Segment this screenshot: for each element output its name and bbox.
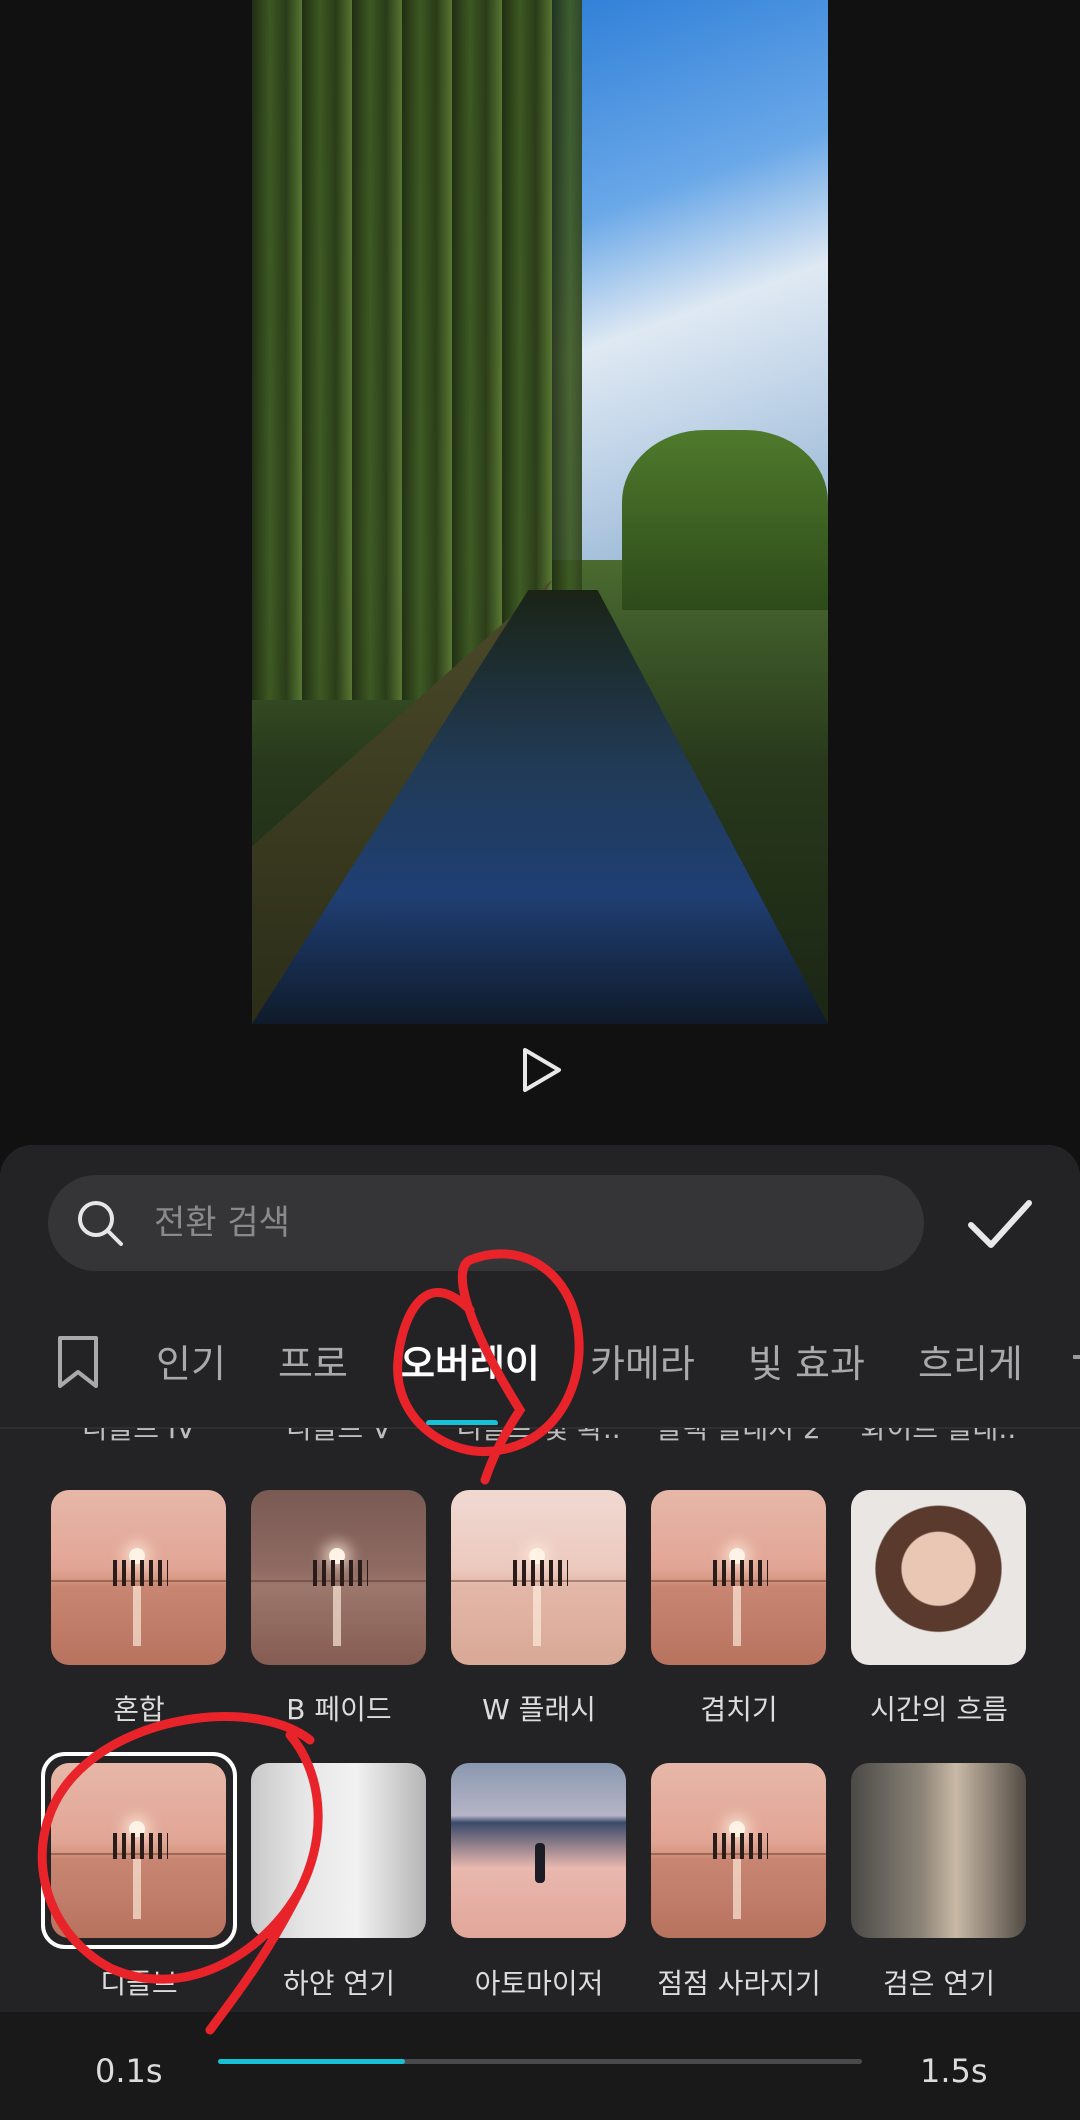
play-icon[interactable] bbox=[515, 1045, 565, 1095]
tab-blur[interactable]: 흐리게 bbox=[918, 1333, 1023, 1388]
transition-thumb-w-flash[interactable] bbox=[451, 1490, 626, 1665]
transition-thumb-fade-away[interactable] bbox=[651, 1763, 826, 1938]
tree-row-right bbox=[622, 430, 828, 610]
transition-thumb-white-smoke[interactable] bbox=[251, 1763, 426, 1938]
transition-label[interactable]: 디졸브 빛 확.. bbox=[451, 1428, 626, 1468]
more-tabs-indicator bbox=[1073, 1355, 1080, 1359]
transition-label: 혼합 bbox=[113, 1693, 165, 1726]
tab-light-effect[interactable]: 빛 효과 bbox=[748, 1333, 865, 1388]
bookmark-icon[interactable] bbox=[55, 1335, 101, 1389]
transition-label[interactable]: 블랙 플래시 2 bbox=[651, 1428, 826, 1468]
transition-thumb-b-fade[interactable] bbox=[251, 1490, 426, 1665]
tab-pro[interactable]: 프로 bbox=[278, 1333, 348, 1388]
duration-min-label: 0.1s bbox=[95, 2052, 163, 2090]
tab-overlay[interactable]: 오버레이 bbox=[400, 1333, 540, 1388]
transition-label: 아토마이저 bbox=[474, 1967, 604, 2000]
transition-thumb-overlap[interactable] bbox=[651, 1490, 826, 1665]
search-icon bbox=[78, 1201, 123, 1246]
transition-label: W 플래시 bbox=[482, 1693, 596, 1726]
transition-label: 검은 연기 bbox=[883, 1967, 995, 2000]
duration-slider-fill bbox=[218, 2059, 405, 2064]
duration-max-label: 1.5s bbox=[920, 2052, 988, 2090]
transition-label: 점점 사라지기 bbox=[657, 1967, 821, 2000]
duration-slider[interactable] bbox=[218, 2059, 862, 2064]
active-tab-indicator bbox=[426, 1420, 498, 1425]
transition-thumb-black-smoke[interactable] bbox=[851, 1763, 1026, 1938]
selected-outline bbox=[41, 1752, 237, 1949]
transition-thumb-time-flow[interactable] bbox=[851, 1490, 1026, 1665]
duration-control: 0.1s 1.5s bbox=[0, 2012, 1080, 2120]
tab-popular[interactable]: 인기 bbox=[156, 1333, 226, 1388]
transition-label[interactable]: 디졸브 V bbox=[251, 1428, 426, 1468]
transition-label: 하얀 연기 bbox=[283, 1967, 395, 2000]
transition-label[interactable]: 디졸브 IV bbox=[51, 1428, 226, 1468]
transition-label: 시간의 흐름 bbox=[870, 1693, 1008, 1726]
search-bar[interactable] bbox=[48, 1175, 924, 1271]
search-input[interactable] bbox=[154, 1203, 854, 1243]
transition-thumb-atomizer[interactable] bbox=[451, 1763, 626, 1938]
transition-label: 겹치기 bbox=[700, 1693, 778, 1726]
video-frame[interactable] bbox=[252, 0, 828, 1024]
transition-thumb-blend[interactable] bbox=[51, 1490, 226, 1665]
checkmark-icon[interactable] bbox=[965, 1189, 1035, 1259]
video-preview-area bbox=[0, 0, 1080, 1145]
tab-camera[interactable]: 카메라 bbox=[590, 1333, 695, 1388]
category-tabs: 인기 프로 오버레이 카메라 빛 효과 흐리게 bbox=[0, 1295, 1080, 1425]
transition-label: 디졸브 bbox=[100, 1967, 178, 2000]
transition-label: B 페이드 bbox=[286, 1693, 392, 1726]
transition-label[interactable]: 화이트 플래.. bbox=[851, 1428, 1026, 1468]
